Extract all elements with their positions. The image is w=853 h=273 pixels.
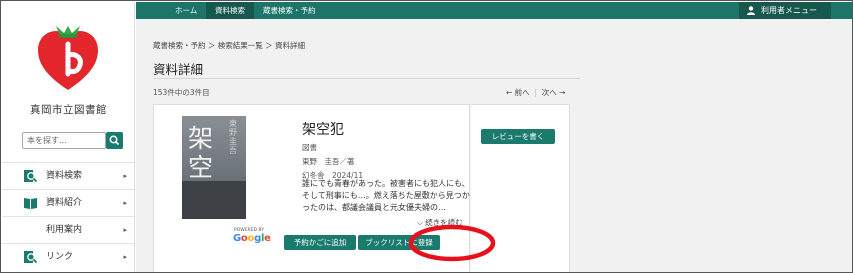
book-author[interactable]: 東野 圭吾／著 xyxy=(302,156,355,167)
book-type: 図書 xyxy=(302,143,317,152)
search-button[interactable] xyxy=(106,132,123,149)
chevron-right-icon: ▸ xyxy=(123,172,127,180)
search-doc-icon xyxy=(24,170,38,183)
link-icon xyxy=(24,251,38,264)
chevron-right-icon: ▸ xyxy=(123,226,127,234)
search-icon xyxy=(109,135,120,146)
nav-material-search-link[interactable]: 資料検索 xyxy=(206,2,254,19)
user-icon xyxy=(747,6,755,15)
book-title: 架空犯 xyxy=(302,122,344,138)
title-divider xyxy=(153,78,580,79)
google-logo[interactable]: Google xyxy=(233,233,271,244)
breadcrumb[interactable]: 蔵書検索・予約 ＞ 検索結果一覧 ＞ 資料詳細 xyxy=(153,40,305,51)
book-icon xyxy=(24,198,37,209)
sidebar-item-label: 資料検索 xyxy=(46,171,83,181)
cover-building-graphic xyxy=(182,181,246,219)
library-name: 真岡市立図書館 xyxy=(30,104,107,116)
add-to-reserve-cart-button[interactable]: 予約かごに追加 xyxy=(284,235,356,250)
sidebar-item-usage-guide[interactable]: 利用案内 ▸ xyxy=(2,216,135,243)
highlight-ring-annotation xyxy=(408,224,496,262)
write-review-button[interactable]: レビューを書く xyxy=(481,129,555,144)
sidebar: 真岡市立図書館 本を探す… 資料検索 ▸ 資料紹介 ▸ 利用案内 ▸ リンク ▸ xyxy=(2,2,135,272)
page-title: 資料詳細 xyxy=(153,62,204,77)
book-cover-image[interactable]: 東野圭吾 架空犯 xyxy=(182,116,246,219)
pager-divider: | xyxy=(532,88,540,97)
sidebar-item-label: 利用案内 xyxy=(46,225,83,235)
chevron-right-icon: ▸ xyxy=(123,253,127,261)
next-link[interactable]: 次へ → xyxy=(542,88,566,97)
result-count: 153件中の3件目 xyxy=(153,88,210,97)
top-nav-bar: ホーム 資料検索 蔵書検索・予約 利用者メニュー xyxy=(136,2,852,19)
sidebar-item-material-intro[interactable]: 資料紹介 ▸ xyxy=(2,189,135,216)
pager: ← 前へ | 次へ → xyxy=(506,87,565,98)
cover-author: 東野圭吾 xyxy=(229,119,237,155)
chevron-right-icon: ▸ xyxy=(123,199,127,207)
sidebar-item-label: リンク xyxy=(46,252,74,262)
prev-link[interactable]: ← 前へ xyxy=(506,88,530,97)
book-search-input[interactable]: 本を探す… xyxy=(22,132,106,149)
sidebar-menu: 資料検索 ▸ 資料紹介 ▸ 利用案内 ▸ リンク ▸ xyxy=(2,162,135,270)
book-description: 誰にでも青春があった。被害者にも犯人にも、そして刑事にも…。燃え落ちた屋敷から見… xyxy=(302,179,470,212)
nav-collection-search-link[interactable]: 蔵書検索・予約 xyxy=(263,2,316,19)
nav-home-link[interactable]: ホーム xyxy=(175,2,197,19)
sidebar-item-links[interactable]: リンク ▸ xyxy=(2,243,135,270)
library-logo-icon[interactable] xyxy=(32,20,104,98)
browser-frame: 真岡市立図書館 本を探す… 資料検索 ▸ 資料紹介 ▸ 利用案内 ▸ リンク ▸… xyxy=(0,0,853,273)
user-menu-label: 利用者メニュー xyxy=(761,6,817,15)
sidebar-item-material-search[interactable]: 資料検索 ▸ xyxy=(2,162,135,189)
user-menu-button[interactable]: 利用者メニュー xyxy=(739,2,831,19)
sidebar-item-label: 資料紹介 xyxy=(46,198,83,208)
